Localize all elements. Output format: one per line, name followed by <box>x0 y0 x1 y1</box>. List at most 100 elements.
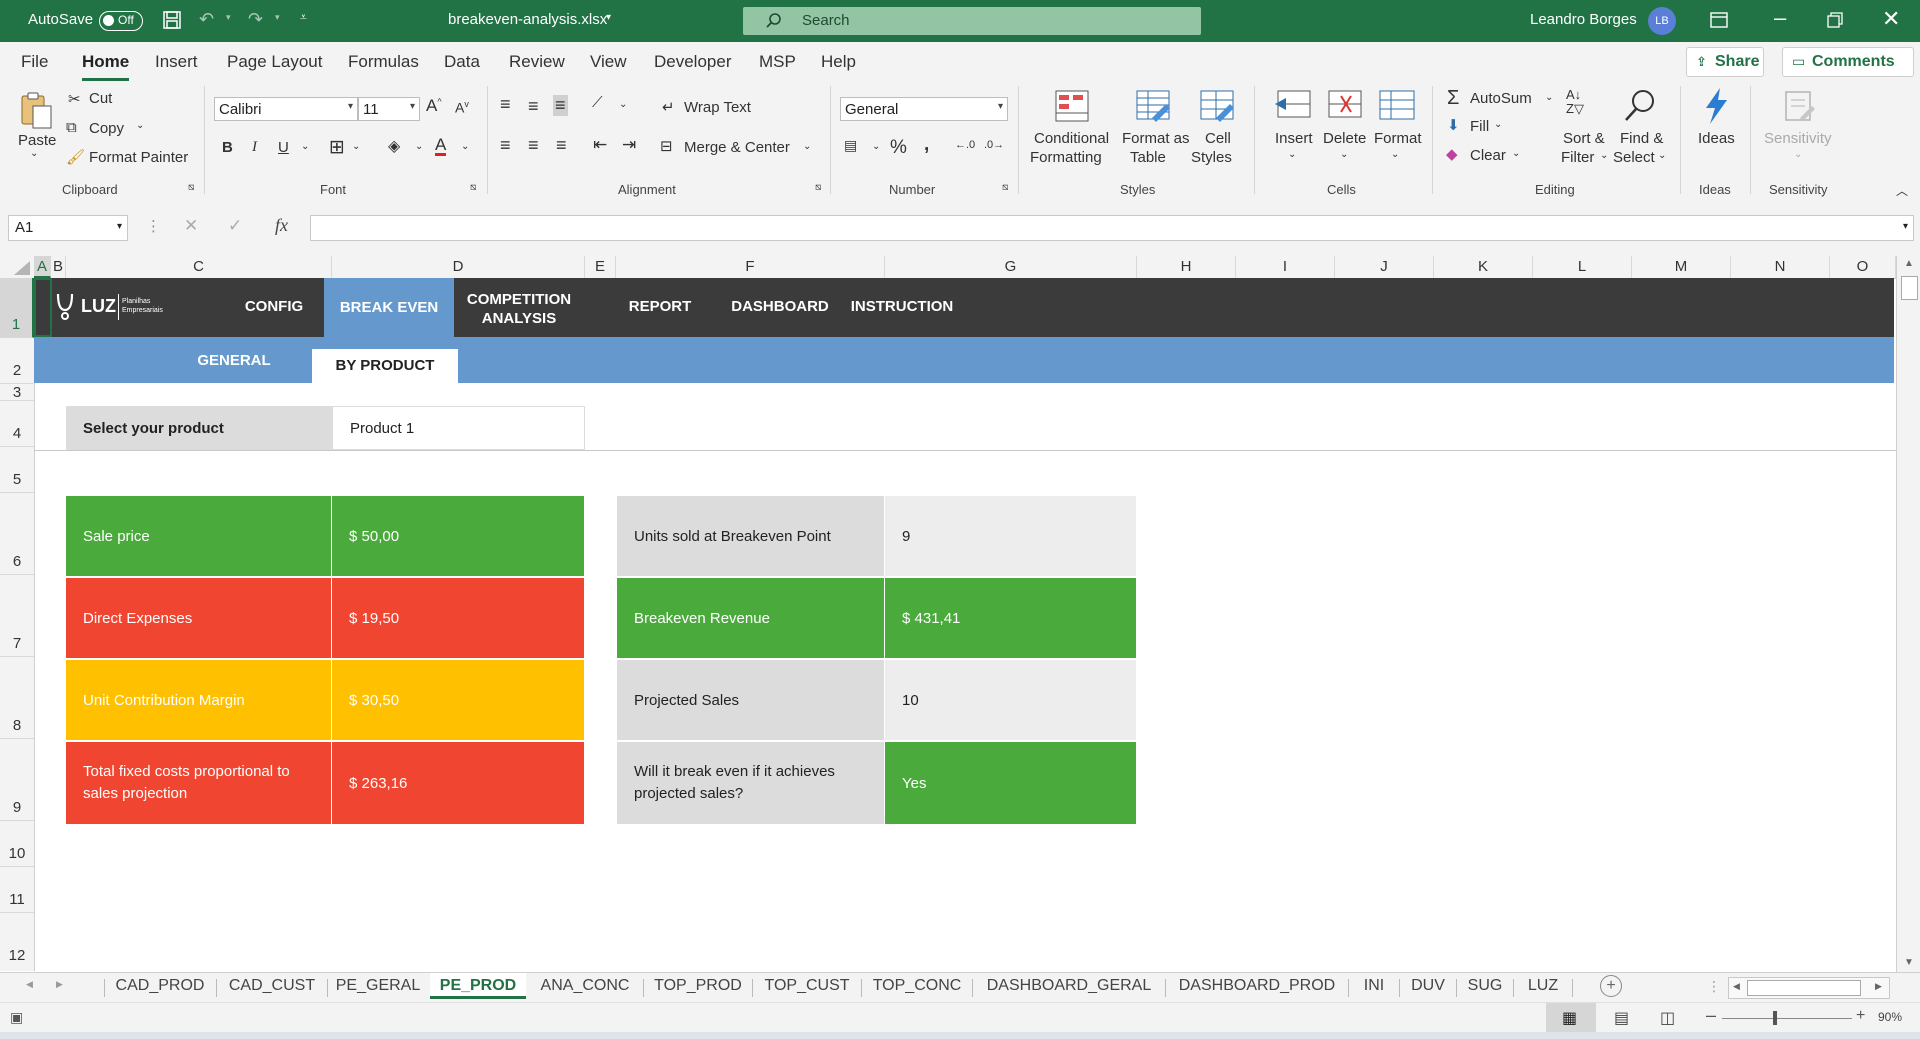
hscroll-left-icon[interactable]: ◀ <box>1733 981 1740 992</box>
search-box[interactable]: Search <box>743 7 1201 35</box>
scroll-down-icon[interactable]: ▼ <box>1904 957 1914 968</box>
sheet-tab[interactable]: DASHBOARD_PROD <box>1167 977 1347 995</box>
cell-styles-label-2[interactable]: Styles <box>1191 149 1232 166</box>
row-header[interactable]: 1 <box>0 278 34 338</box>
format-as-table-label-1[interactable]: Format as <box>1122 130 1190 147</box>
sheet-tab[interactable]: SUG <box>1458 977 1512 995</box>
borders-dropdown-icon[interactable]: ⌄ <box>352 141 360 152</box>
conditional-formatting-icon[interactable] <box>1055 90 1089 125</box>
format-painter-icon[interactable]: 🖌 <box>66 148 85 166</box>
zoom-out-icon[interactable]: – <box>1706 1005 1716 1026</box>
accounting-dropdown-icon[interactable]: ⌄ <box>872 141 880 152</box>
column-header[interactable]: G <box>885 256 1137 278</box>
zoom-in-icon[interactable]: + <box>1856 1007 1865 1025</box>
sheet-tab[interactable]: ANA_CONC <box>528 977 642 995</box>
ideas-button[interactable]: Ideas <box>1698 130 1735 147</box>
nav-instruction[interactable]: INSTRUCTION <box>842 298 962 315</box>
merge-center-icon[interactable]: ⊟ <box>660 137 673 155</box>
font-color-dropdown-icon[interactable]: ⌄ <box>461 141 469 152</box>
expand-formula-icon[interactable]: ▾ <box>1903 221 1908 232</box>
bottom-align-icon[interactable]: ≡ <box>553 95 568 116</box>
fill-icon[interactable]: ⬇ <box>1447 116 1460 134</box>
row-header[interactable]: 6 <box>0 493 34 575</box>
column-header[interactable]: C <box>66 256 332 278</box>
hscroll-thumb[interactable] <box>1747 980 1861 996</box>
row-header[interactable]: 2 <box>0 338 34 384</box>
bold-button[interactable]: B <box>222 139 233 156</box>
clear-dropdown-icon[interactable]: ⌄ <box>1512 148 1520 159</box>
decrease-font-icon[interactable]: Av <box>455 99 469 116</box>
format-cells-icon[interactable] <box>1379 90 1415 123</box>
tab-formulas[interactable]: Formulas <box>348 52 419 72</box>
scroll-up-icon[interactable]: ▲ <box>1904 258 1914 269</box>
minimize-icon[interactable]: – <box>1774 5 1786 31</box>
number-launcher-icon[interactable]: ⧅ <box>1002 182 1008 193</box>
autosum-button[interactable]: AutoSum <box>1470 90 1532 107</box>
clear-button[interactable]: Clear <box>1470 147 1506 164</box>
paste-dropdown-icon[interactable]: ⌄ <box>30 148 38 159</box>
sheet-tab[interactable]: TOP_PROD <box>645 977 751 995</box>
avatar[interactable]: LB <box>1648 7 1676 35</box>
subnav-general[interactable]: GENERAL <box>184 352 284 369</box>
row-header[interactable]: 9 <box>0 739 34 821</box>
tab-data[interactable]: Data <box>444 52 480 72</box>
nav-break-even[interactable]: BREAK EVEN <box>324 278 454 337</box>
autosum-icon[interactable]: Σ <box>1447 87 1459 110</box>
tab-msp[interactable]: MSP <box>759 52 796 72</box>
sheet-tab[interactable]: PE_GERAL <box>328 977 428 995</box>
sheet-tab[interactable]: CAD_CUST <box>218 977 326 995</box>
redo-dropdown-icon[interactable]: ▾ <box>275 12 280 23</box>
merge-dropdown-icon[interactable]: ⌄ <box>803 141 811 152</box>
copy-dropdown-icon[interactable]: ⌄ <box>136 120 144 131</box>
row-header[interactable]: 3 <box>0 384 34 401</box>
row-header[interactable]: 11 <box>0 867 34 913</box>
format-as-table-label-2[interactable]: Table <box>1130 149 1166 166</box>
copy-button[interactable]: Copy <box>89 120 124 137</box>
comments-button[interactable]: ▭ Comments <box>1782 47 1914 77</box>
select-all-button[interactable] <box>0 256 35 278</box>
copy-icon[interactable]: ⧉ <box>66 119 77 136</box>
tab-scroll-left-icon[interactable]: ◀ <box>26 979 33 990</box>
tab-developer[interactable]: Developer <box>654 52 732 72</box>
tab-review[interactable]: Review <box>509 52 565 72</box>
middle-align-icon[interactable]: ≡ <box>528 96 539 117</box>
column-header[interactable]: D <box>332 256 585 278</box>
top-align-icon[interactable]: ≡ <box>500 94 511 115</box>
find-select-icon[interactable] <box>1622 88 1658 127</box>
file-name[interactable]: breakeven-analysis.xlsx <box>448 11 607 28</box>
nav-competition-analysis[interactable]: COMPETITION ANALYSIS <box>454 290 584 328</box>
increase-indent-icon[interactable]: ⇥ <box>622 135 636 155</box>
column-header[interactable]: J <box>1335 256 1434 278</box>
vertical-scrollbar[interactable]: ▲ ▼ <box>1896 256 1920 972</box>
tab-help[interactable]: Help <box>821 52 856 72</box>
row-header[interactable]: 12 <box>0 913 34 971</box>
find-select-label-2[interactable]: Select <box>1613 149 1655 166</box>
sort-dropdown-icon[interactable]: ⌄ <box>1600 150 1608 161</box>
accessibility-icon[interactable]: ▣ <box>10 1009 23 1026</box>
column-header[interactable]: M <box>1632 256 1731 278</box>
hscroll-right-icon[interactable]: ▶ <box>1875 981 1882 992</box>
sheet-tab[interactable]: LUZ <box>1515 977 1571 995</box>
share-button[interactable]: ⇪ Share <box>1686 47 1764 77</box>
sheet-tab[interactable]: DASHBOARD_GERAL <box>974 977 1164 995</box>
page-break-view-icon[interactable]: ◫ <box>1660 1008 1675 1028</box>
number-format-combo[interactable]: General ▾ <box>840 97 1008 121</box>
column-header[interactable]: L <box>1533 256 1632 278</box>
horizontal-scrollbar[interactable]: ◀ ▶ <box>1728 977 1890 999</box>
find-select-label-1[interactable]: Find & <box>1620 130 1663 147</box>
sheet-tab[interactable]: TOP_CUST <box>754 977 860 995</box>
scroll-thumb[interactable] <box>1901 276 1918 300</box>
zoom-slider-track[interactable] <box>1722 1018 1852 1019</box>
fill-dropdown-icon[interactable]: ⌄ <box>1494 119 1502 130</box>
merge-center-button[interactable]: Merge & Center <box>684 139 790 156</box>
borders-icon[interactable]: ⊞ <box>329 136 345 159</box>
enter-icon[interactable]: ✓ <box>228 216 242 236</box>
autosave-toggle[interactable]: Off <box>99 11 143 31</box>
collapse-ribbon-icon[interactable]: ︿ <box>1896 182 1908 199</box>
paste-label[interactable]: Paste <box>18 132 56 149</box>
column-header[interactable]: F <box>616 256 885 278</box>
column-header[interactable]: E <box>585 256 616 278</box>
cancel-icon[interactable]: ✕ <box>184 216 198 236</box>
alignment-launcher-icon[interactable]: ⧅ <box>815 182 821 193</box>
align-left-icon[interactable]: ≡ <box>500 135 511 156</box>
